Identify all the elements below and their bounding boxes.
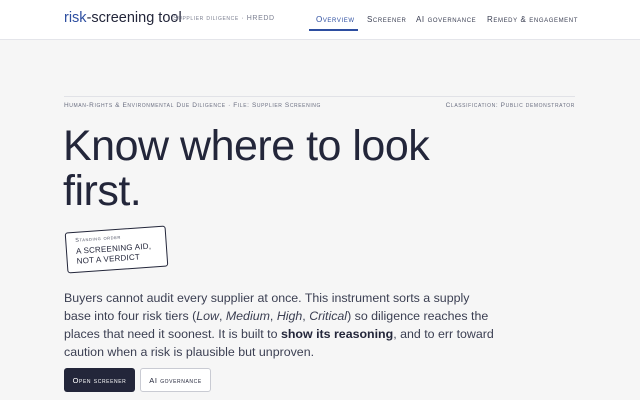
brand-name: -screening tool [86,10,182,26]
top-header: risk-screening tool Supplier diligence ·… [0,0,640,40]
tier-critical: Critical [309,309,348,323]
nav-screener[interactable]: Screener [367,15,406,24]
open-screener-button[interactable]: Open screener [64,368,135,392]
nav-remedy-engagement[interactable]: Remedy & engagement [487,15,578,24]
file-breadcrumb: Human-Rights & Environmental Due Diligen… [64,102,322,109]
tier-medium: Medium [225,309,270,323]
separator: , [218,309,226,323]
meta-divider [64,96,575,97]
intro-paragraph: Buyers cannot audit every supplier at on… [64,289,494,361]
ai-governance-button[interactable]: AI governance [140,368,211,392]
brand-subtitle: Supplier diligence · HREDD [173,15,275,22]
separator: , [269,309,277,323]
standing-order-stamp: Standing order A SCREENING AID, NOT A VE… [64,225,169,274]
nav-active-indicator [309,29,358,31]
intro-emphasis: show its reasoning [280,327,394,341]
page-title: Know where to look first. [63,122,430,215]
nav-overview[interactable]: Overview [316,15,355,24]
nav-ai-governance[interactable]: AI governance [416,15,476,24]
brand-logo[interactable]: risk-screening tool [64,10,182,26]
tier-high: High [276,309,303,323]
classification-label: Classification: Public demonstrator [445,102,575,109]
tier-low: Low [196,309,219,323]
brand-accent: risk [64,10,87,26]
